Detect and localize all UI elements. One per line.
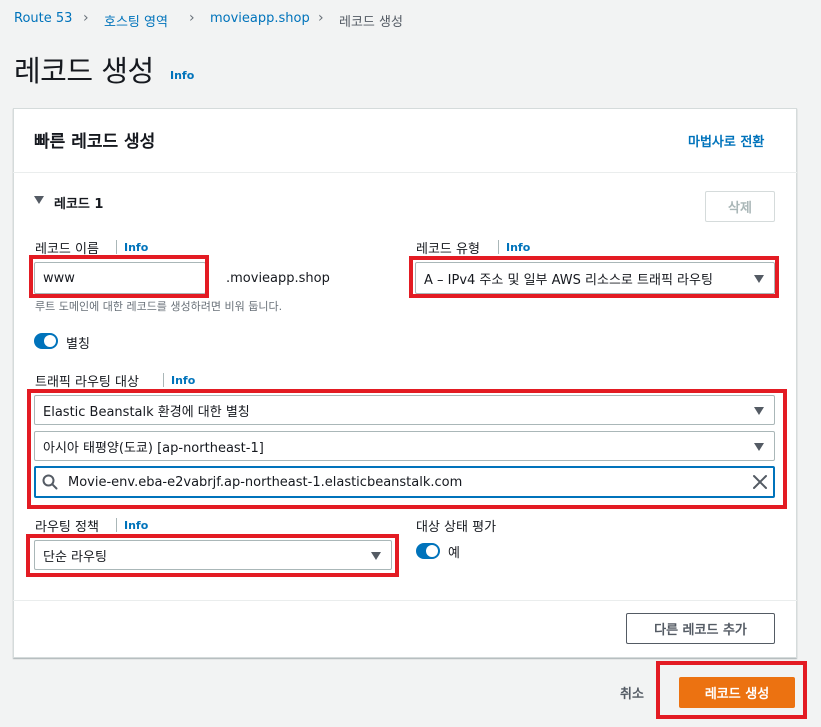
- health-eval-label: 대상 상태 평가: [416, 520, 497, 535]
- page-title: 레코드 생성: [14, 54, 154, 88]
- divider: [498, 240, 499, 254]
- record-type-info-link[interactable]: Info: [506, 241, 530, 254]
- cancel-button[interactable]: 취소: [620, 683, 644, 702]
- caret-down-icon[interactable]: [34, 196, 44, 204]
- divider: [13, 600, 797, 601]
- routing-policy-label: 라우팅 정책: [35, 520, 99, 535]
- record-name-info-link[interactable]: Info: [124, 241, 148, 254]
- divider: [13, 172, 797, 173]
- divider: [116, 240, 117, 254]
- toggle-knob: [426, 545, 438, 557]
- breadcrumb-hosted-zones[interactable]: 호스팅 영역: [104, 11, 168, 30]
- record-name-hint: 루트 도메인에 대한 레코드를 생성하려면 비워 둡니다.: [35, 300, 283, 313]
- divider: [116, 518, 117, 532]
- highlight-box: [656, 661, 807, 719]
- routing-policy-info-link[interactable]: Info: [124, 519, 148, 532]
- domain-suffix: .movieapp.shop: [226, 271, 330, 286]
- divider: [163, 373, 164, 387]
- section-title: 빠른 레코드 생성: [34, 132, 156, 152]
- highlight-box: [409, 256, 779, 298]
- highlight-box: [27, 389, 787, 509]
- chevron-right-icon: ›: [318, 10, 324, 26]
- traffic-target-label: 트래픽 라우팅 대상: [35, 375, 139, 390]
- add-another-record-button[interactable]: 다른 레코드 추가: [626, 613, 775, 644]
- traffic-target-info-link[interactable]: Info: [171, 374, 195, 387]
- health-eval-toggle[interactable]: [416, 543, 440, 559]
- record-header[interactable]: 레코드 1: [54, 193, 103, 212]
- breadcrumb-zone[interactable]: movieapp.shop: [210, 11, 310, 26]
- toggle-knob: [44, 335, 56, 347]
- highlight-box: [26, 534, 399, 577]
- record-type-label: 레코드 유형: [416, 242, 480, 257]
- chevron-right-icon: ›: [189, 10, 195, 26]
- alias-toggle[interactable]: [34, 333, 58, 349]
- breadcrumb-route53[interactable]: Route 53: [14, 11, 72, 26]
- page-info-link[interactable]: Info: [170, 69, 194, 82]
- breadcrumb-current: 레코드 생성: [339, 15, 403, 30]
- health-eval-value: 예: [448, 546, 460, 561]
- delete-button[interactable]: 삭제: [705, 191, 775, 222]
- alias-label: 별칭: [66, 337, 90, 352]
- switch-to-wizard-link[interactable]: 마법사로 전환: [688, 131, 764, 150]
- chevron-right-icon: ›: [83, 10, 89, 26]
- highlight-box: [29, 255, 209, 298]
